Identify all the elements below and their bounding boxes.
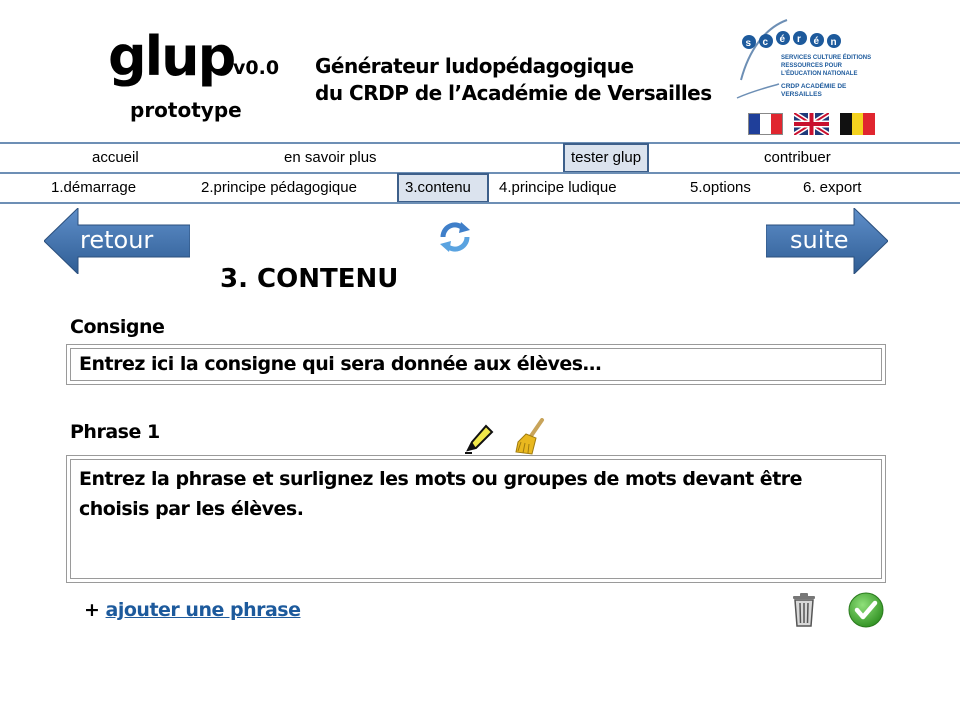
instruction-label: Consigne — [70, 316, 165, 338]
nav-en-savoir-plus[interactable]: en savoir plus — [284, 144, 377, 172]
add-plus: + — [84, 599, 100, 621]
be-flag-icon[interactable] — [840, 113, 876, 135]
broom-icon[interactable] — [512, 418, 548, 456]
add-phrase-link[interactable]: ajouter une phrase — [106, 599, 301, 621]
partner-subtext: SERVICES CULTURE ÉDITIONS RESSOURCES POU… — [781, 55, 872, 77]
app-subtitle: prototype — [130, 98, 242, 122]
next-label: suite — [790, 226, 849, 254]
back-label: retour — [80, 226, 154, 254]
svg-text:r: r — [797, 34, 801, 45]
nav-divider — [0, 202, 960, 204]
phrase-label: Phrase 1 — [70, 421, 160, 443]
back-button[interactable]: retour — [43, 206, 191, 276]
fr-flag-icon[interactable] — [748, 113, 783, 135]
nav-accueil[interactable]: accueil — [92, 144, 139, 172]
svg-text:é: é — [780, 34, 786, 45]
main-nav: accueil en savoir plus tester glup contr… — [0, 143, 960, 173]
nav-contribuer[interactable]: contribuer — [764, 144, 831, 172]
next-button[interactable]: suite — [765, 206, 889, 276]
svg-text:c: c — [763, 37, 769, 48]
step-contenu[interactable]: 3.contenu — [397, 173, 489, 203]
partner-logo: s c é r é n SERVICES CULTURE ÉDITIONS RE… — [735, 10, 880, 106]
app-version: v0.0 — [233, 57, 280, 79]
svg-text:n: n — [831, 37, 837, 48]
phrase-input[interactable]: Entrez la phrase et surlignez les mots o… — [70, 459, 882, 579]
app-tagline-line2: du CRDP de l’Académie de Versailles — [315, 81, 712, 105]
highlighter-icon[interactable] — [462, 422, 496, 456]
app-tagline-line1: Générateur ludopédagogique — [315, 54, 634, 78]
refresh-icon[interactable] — [437, 219, 473, 255]
step-demarrage[interactable]: 1.démarrage — [51, 174, 136, 202]
step-principe-ludique[interactable]: 4.principe ludique — [499, 174, 617, 202]
check-icon[interactable] — [847, 591, 885, 629]
partner-crdp: CRDP ACADÉMIE DE VERSAILLES — [781, 83, 847, 98]
svg-text:é: é — [814, 36, 820, 47]
step-principe-pedagogique[interactable]: 2.principe pédagogique — [201, 174, 357, 202]
step-export[interactable]: 6. export — [803, 174, 861, 202]
instruction-input[interactable]: Entrez ici la consigne qui sera donnée a… — [70, 348, 882, 381]
app-logo: glup — [108, 25, 236, 88]
step-nav: 1.démarrage 2.principe pédagogique 3.con… — [0, 173, 960, 203]
phrase-field[interactable]: Entrez la phrase et surlignez les mots o… — [66, 455, 886, 583]
page-title: 3. CONTENU — [220, 264, 399, 294]
trash-icon[interactable] — [790, 592, 818, 628]
svg-text:s: s — [746, 38, 752, 49]
instruction-field[interactable]: Entrez ici la consigne qui sera donnée a… — [66, 344, 886, 385]
uk-flag-icon[interactable] — [792, 110, 831, 138]
nav-tester-glup[interactable]: tester glup — [563, 143, 650, 173]
add-phrase-row: + ajouter une phrase — [84, 599, 301, 621]
step-options[interactable]: 5.options — [690, 174, 751, 202]
